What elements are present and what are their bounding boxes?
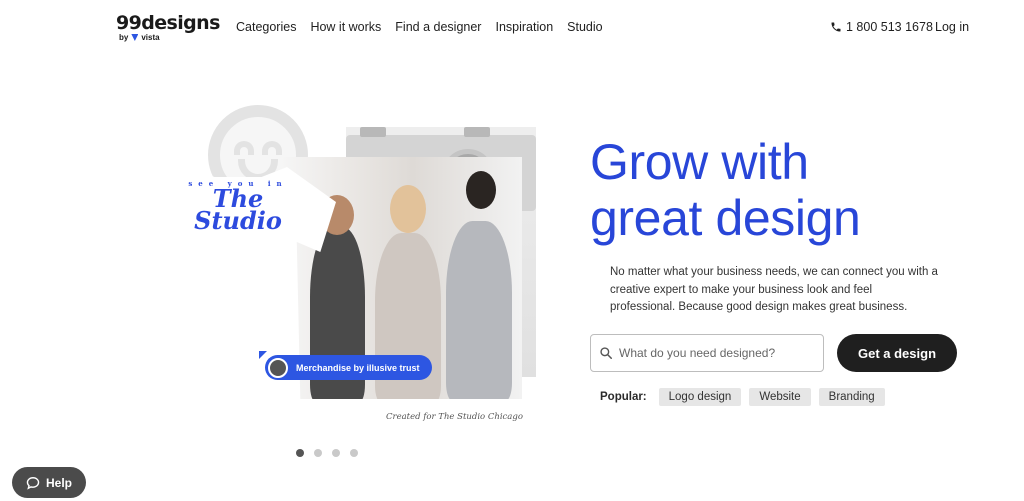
- tshirt-print-big: The Studio: [194, 184, 282, 235]
- search-input[interactable]: [619, 346, 819, 360]
- camera-knob: [464, 127, 490, 137]
- camera-knob: [360, 127, 386, 137]
- carousel-dots: [296, 449, 358, 457]
- phone-link[interactable]: 1 800 513 1678: [830, 20, 933, 34]
- nav-item-categories[interactable]: Categories: [236, 20, 296, 34]
- search-field: [590, 334, 824, 372]
- tshirt-print: see you in The Studio: [180, 179, 296, 235]
- designer-avatar: [268, 357, 288, 378]
- help-label: Help: [45, 475, 72, 490]
- smiley-eye: [234, 141, 254, 155]
- phone-number: 1 800 513 1678: [846, 20, 933, 34]
- person-head: [466, 171, 496, 209]
- carousel-dot[interactable]: [314, 449, 322, 457]
- chip-website[interactable]: Website: [749, 388, 811, 406]
- nav-item-inspiration[interactable]: Inspiration: [495, 20, 553, 34]
- person-head: [390, 185, 426, 233]
- hero-title: Grow with great design: [590, 134, 861, 246]
- carousel-dot[interactable]: [332, 449, 340, 457]
- chip-branding[interactable]: Branding: [818, 388, 885, 406]
- chat-bubble-icon: [26, 476, 40, 490]
- nav-item-find-a-designer[interactable]: Find a designer: [395, 20, 481, 34]
- merch-badge-label: Merchandise by illusive trust: [296, 362, 420, 373]
- nav-item-studio[interactable]: Studio: [567, 20, 602, 34]
- help-button[interactable]: Help: [12, 467, 86, 498]
- login-link[interactable]: Log in: [935, 20, 969, 34]
- chip-logo-design[interactable]: Logo design: [658, 388, 742, 406]
- merch-badge[interactable]: Merchandise by illusive trust: [259, 351, 432, 380]
- search-icon: [600, 347, 613, 360]
- get-a-design-button[interactable]: Get a design: [837, 334, 957, 372]
- smiley-eye: [262, 141, 282, 155]
- main-nav: Categories How it works Find a designer …: [236, 20, 603, 34]
- person-figure: [446, 221, 512, 399]
- popular-label: Popular:: [600, 391, 647, 403]
- badge-pointer-icon: [259, 351, 267, 359]
- carousel-dot[interactable]: [296, 449, 304, 457]
- hero-description: No matter what your business needs, we c…: [610, 266, 938, 313]
- hero-showcase: see you in The Studio Merchandise by ill…: [140, 105, 540, 435]
- brand-logo[interactable]: 99designs by vista: [116, 12, 220, 42]
- brand-name: 99designs: [116, 12, 220, 34]
- nav-item-how-it-works[interactable]: How it works: [310, 20, 381, 34]
- vista-icon: [131, 34, 139, 41]
- brand-sub-by: by: [119, 33, 129, 42]
- brand-sub: by vista: [119, 33, 220, 42]
- carousel-dot[interactable]: [350, 449, 358, 457]
- popular-categories: Popular: Logo design Website Branding: [600, 388, 885, 406]
- phone-icon: [831, 22, 841, 32]
- brand-sub-vista: vista: [141, 33, 160, 42]
- image-caption: Created for The Studio Chicago: [386, 412, 523, 422]
